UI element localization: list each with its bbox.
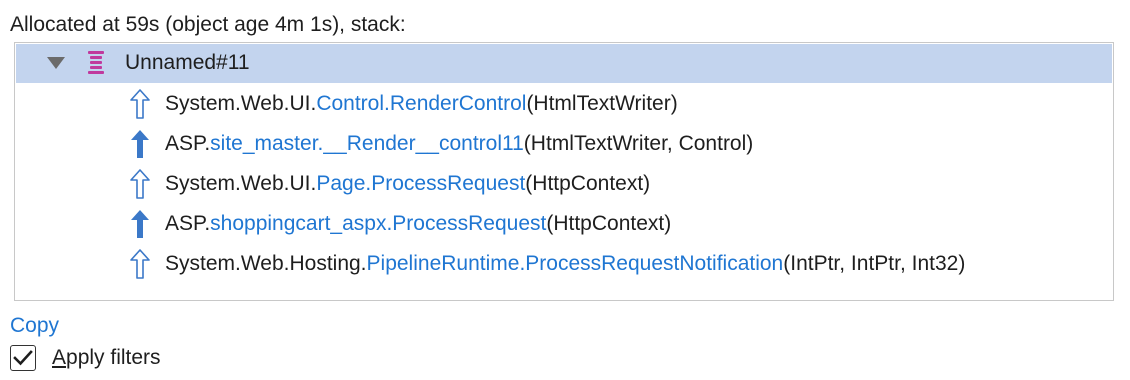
- apply-filters-option[interactable]: Apply filters: [10, 343, 161, 373]
- checkmark-icon: [13, 350, 33, 366]
- stack-frame-row[interactable]: ASP.site_master.__Render__control11(Html…: [16, 124, 1112, 164]
- arrow-up-outline-icon: [130, 89, 150, 119]
- frame-namespace: System.Web.Hosting.: [165, 252, 367, 275]
- copy-link[interactable]: Copy: [10, 311, 59, 341]
- arrow-up-filled-icon: [131, 210, 149, 238]
- frame-namespace: System.Web.UI.: [165, 92, 317, 115]
- apply-filters-label-rest: pply filters: [66, 346, 161, 369]
- frame-arguments: (HttpContext): [525, 172, 651, 195]
- frame-arguments: (HtmlTextWriter, Control): [523, 132, 754, 155]
- root-label: Unnamed#11: [125, 51, 250, 74]
- frame-namespace: ASP.: [165, 212, 211, 235]
- stack-icon: [88, 51, 104, 74]
- frame-method-link[interactable]: site_master.__Render__control11: [210, 132, 524, 155]
- allocation-header: Allocated at 59s (object age 4m 1s), sta…: [10, 13, 406, 36]
- frame-arguments: (HtmlTextWriter): [526, 92, 678, 115]
- apply-filters-label: Apply filters: [52, 343, 161, 373]
- arrow-up-filled-icon: [131, 130, 149, 158]
- frame-method-link[interactable]: Control.RenderControl: [316, 92, 526, 115]
- arrow-up-outline-icon: [130, 249, 150, 279]
- frame-signature: System.Web.Hosting.PipelineRuntime.Proce…: [165, 249, 965, 279]
- frame-method-link[interactable]: Page.ProcessRequest: [316, 172, 525, 195]
- frame-namespace: ASP.: [165, 132, 211, 155]
- stack-frame-row[interactable]: System.Web.Hosting.PipelineRuntime.Proce…: [16, 244, 1112, 284]
- frame-signature: System.Web.UI.Page.ProcessRequest(HttpCo…: [165, 169, 650, 199]
- frame-arguments: (HttpContext): [546, 212, 672, 235]
- stack-frame-row[interactable]: System.Web.UI.Page.ProcessRequest(HttpCo…: [16, 164, 1112, 204]
- collapse-triangle-icon[interactable]: [47, 57, 65, 69]
- frame-signature: System.Web.UI.Control.RenderControl(Html…: [165, 89, 678, 119]
- frame-namespace: System.Web.UI.: [165, 172, 317, 195]
- tree-root-row[interactable]: Unnamed#11: [16, 44, 1112, 83]
- apply-filters-accesskey: A: [52, 346, 67, 369]
- arrow-up-outline-icon: [130, 169, 150, 199]
- frame-arguments: (IntPtr, IntPtr, Int32): [783, 252, 966, 275]
- frame-method-link[interactable]: PipelineRuntime.ProcessRequestNotificati…: [367, 252, 784, 275]
- apply-filters-checkbox[interactable]: [10, 345, 36, 371]
- stack-frame-row[interactable]: ASP.shoppingcart_aspx.ProcessRequest(Htt…: [16, 204, 1112, 244]
- stack-tree[interactable]: Unnamed#11 System.Web.UI.Control.RenderC…: [14, 42, 1114, 301]
- frame-signature: ASP.shoppingcart_aspx.ProcessRequest(Htt…: [165, 209, 671, 239]
- frame-method-link[interactable]: shoppingcart_aspx.ProcessRequest: [210, 212, 546, 235]
- stack-frame-row[interactable]: System.Web.UI.Control.RenderControl(Html…: [16, 84, 1112, 124]
- frame-signature: ASP.site_master.__Render__control11(Html…: [165, 129, 753, 159]
